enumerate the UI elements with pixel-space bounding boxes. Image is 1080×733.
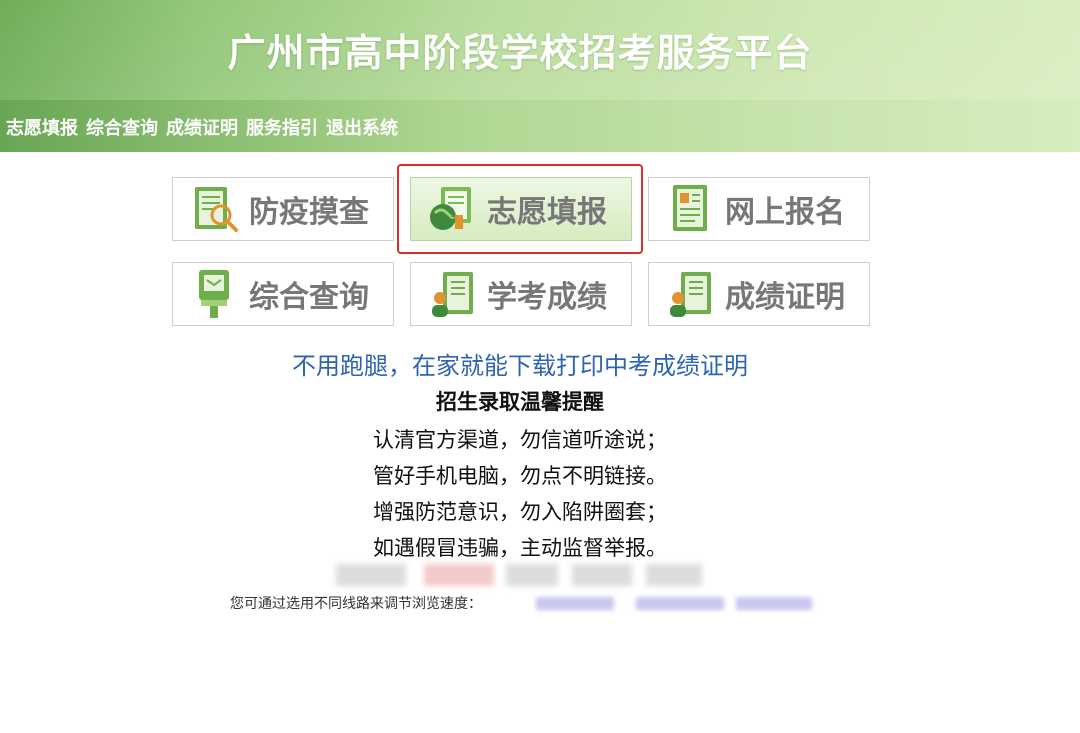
- redacted-block: [506, 564, 558, 586]
- tile-label: 成绩证明: [725, 280, 845, 315]
- tile-label: 防疫摸查: [249, 195, 369, 230]
- speed-label: 您可通过选用不同线路来调节浏览速度：: [230, 596, 482, 612]
- route-link[interactable]: [736, 597, 812, 610]
- tile-academic-scores[interactable]: 学考成绩: [410, 262, 632, 326]
- magnifier-document-icon: [195, 187, 238, 232]
- nav-item-volunteer[interactable]: 志愿填报: [6, 114, 78, 140]
- tile-online-registration[interactable]: 网上报名: [648, 177, 870, 241]
- nav-item-guide[interactable]: 服务指引: [246, 114, 318, 140]
- nav-item-query[interactable]: 综合查询: [86, 114, 158, 140]
- header-banner: 广州市高中阶段学校招考服务平台 志愿填报 综合查询 成绩证明 服务指引 退出系统: [0, 0, 1080, 152]
- tile-label: 综合查询: [249, 280, 369, 315]
- highlight-annotation: [397, 164, 643, 254]
- reminder-title: 招生录取温馨提醒: [436, 390, 604, 414]
- tile-comprehensive-query[interactable]: 综合查询: [172, 262, 394, 326]
- site-title: 广州市高中阶段学校招考服务平台: [227, 31, 813, 75]
- kiosk-terminal-icon: [199, 270, 229, 318]
- id-card-document-icon: [673, 185, 707, 231]
- speed-route-row: 您可通过选用不同线路来调节浏览速度：: [230, 593, 830, 613]
- reminder-line: 增强防范意识，勿入陷阱圈套；: [373, 500, 667, 524]
- tile-label: 网上报名: [725, 195, 845, 230]
- reminder-lines: 认清官方渠道，勿信道听途说； 管好手机电脑，勿点不明链接。 增强防范意识，勿入陷…: [0, 422, 1040, 566]
- redacted-block: [572, 564, 632, 586]
- person-certificate-icon: [670, 272, 711, 317]
- tile-label: 学考成绩: [487, 280, 607, 315]
- person-document-icon: [432, 272, 473, 317]
- nav-item-logout[interactable]: 退出系统: [326, 114, 398, 140]
- redacted-block: [646, 564, 702, 586]
- tile-epidemic-survey[interactable]: 防疫摸查: [172, 177, 394, 241]
- route-link[interactable]: [536, 597, 614, 610]
- redacted-block: [424, 564, 494, 586]
- reminder-line: 认清官方渠道，勿信道听途说；: [373, 428, 667, 452]
- reminder-line: 管好手机电脑，勿点不明链接。: [373, 464, 667, 488]
- redacted-row: [336, 564, 702, 586]
- route-link[interactable]: [636, 597, 724, 610]
- notice-headline-link[interactable]: 不用跑腿，在家就能下载打印中考成绩证明: [0, 346, 1040, 381]
- top-nav: 志愿填报 综合查询 成绩证明 服务指引 退出系统: [0, 100, 1080, 152]
- tile-score-certificate[interactable]: 成绩证明: [648, 262, 870, 326]
- nav-item-certificate[interactable]: 成绩证明: [166, 114, 238, 140]
- reminder-line: 如遇假冒违骗，主动监督举报。: [373, 536, 667, 560]
- redacted-block: [336, 564, 406, 586]
